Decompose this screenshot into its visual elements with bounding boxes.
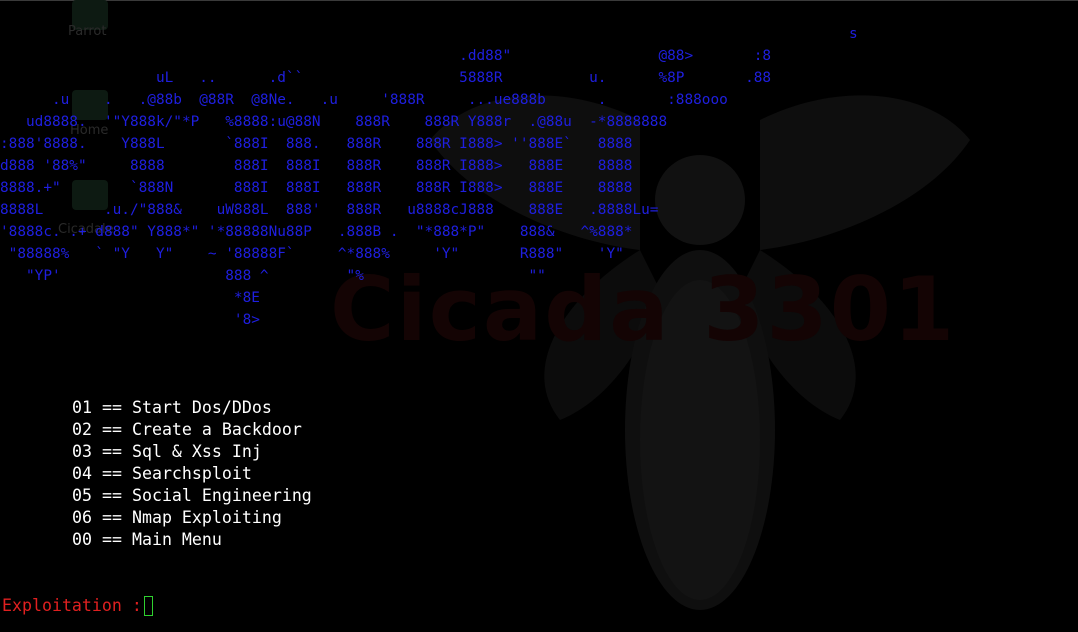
menu-item-number: 00 <box>72 530 92 549</box>
ascii-art-banner: s .dd88" @88> :8 uL .. .d`` 5888R u. %8P… <box>0 23 858 331</box>
banner-line: :888'8888. Y888L `888I 888. 888R 888R I8… <box>0 136 633 152</box>
menu-item-label: Main Menu <box>131 530 222 549</box>
menu-item-number: 03 <box>72 442 92 461</box>
banner-line: *8E <box>0 290 260 306</box>
exploitation-menu: 01 == Start Dos/DDos 02 == Create a Back… <box>72 397 312 551</box>
banner-line: ud8888. '"Y888k/"*P %8888:u@88N 888R 888… <box>0 114 668 130</box>
prompt-label: Exploitation : <box>2 596 142 615</box>
banner-line: '8> <box>0 312 260 328</box>
banner-line: d888 '88%" 8888 888I 888I 888R 888R I888… <box>0 158 633 174</box>
banner-line: .u . .@88b @88R @8Ne. .u '888R ...ue888b… <box>0 92 728 108</box>
menu-item-label: Social Engineering <box>131 486 312 505</box>
menu-item-number: 02 <box>72 420 92 439</box>
menu-item-number: 05 <box>72 486 92 505</box>
banner-line: 8888L .u./"888& uW888L 888' 888R u8888cJ… <box>0 202 659 218</box>
menu-separator: == <box>101 464 122 483</box>
menu-item-main-menu: 00 == Main Menu <box>72 529 312 551</box>
banner-line: s <box>0 26 858 42</box>
menu-separator: == <box>101 486 122 505</box>
banner-line: uL .. .d`` 5888R u. %8P .88 <box>0 70 772 86</box>
menu-item-social-engineering: 05 == Social Engineering <box>72 485 312 507</box>
menu-item-label: Create a Backdoor <box>131 420 302 439</box>
menu-separator: == <box>101 398 122 417</box>
menu-item-searchsploit: 04 == Searchsploit <box>72 463 312 485</box>
menu-item-number: 01 <box>72 398 92 417</box>
banner-line: 8888.+" `888N 888I 888I 888R 888R I888> … <box>0 180 633 196</box>
text-cursor[interactable] <box>143 596 153 616</box>
menu-item-nmap-exploiting: 06 == Nmap Exploiting <box>72 507 312 529</box>
menu-item-number: 04 <box>72 464 92 483</box>
menu-separator: == <box>101 530 122 549</box>
menu-item-number: 06 <box>72 508 92 527</box>
menu-item-sql-xss: 03 == Sql & Xss Inj <box>72 441 312 463</box>
command-prompt[interactable]: Exploitation : <box>2 595 153 617</box>
menu-item-create-backdoor: 02 == Create a Backdoor <box>72 419 312 441</box>
menu-item-label: Nmap Exploiting <box>131 508 282 527</box>
banner-line: "88888% ` "Y Y" ~ '88888F` ^*888% 'Y" R8… <box>0 246 624 262</box>
menu-separator: == <box>101 420 122 439</box>
menu-item-label: Start Dos/DDos <box>131 398 272 417</box>
banner-line: "YP' 888 ^ "% "" <box>0 268 546 284</box>
menu-item-label: Sql & Xss Inj <box>131 442 262 461</box>
menu-separator: == <box>101 508 122 527</box>
menu-item-start-dos: 01 == Start Dos/DDos <box>72 397 312 419</box>
banner-line: '8888c. .+ d888" Y888*" '*88888Nu88P .88… <box>0 224 633 240</box>
banner-line: .dd88" @88> :8 <box>0 48 772 64</box>
menu-separator: == <box>101 442 122 461</box>
menu-item-label: Searchsploit <box>131 464 252 483</box>
terminal-window[interactable]: Cicada 3301 Parrot Home Cicadale s .dd88… <box>0 0 1078 632</box>
